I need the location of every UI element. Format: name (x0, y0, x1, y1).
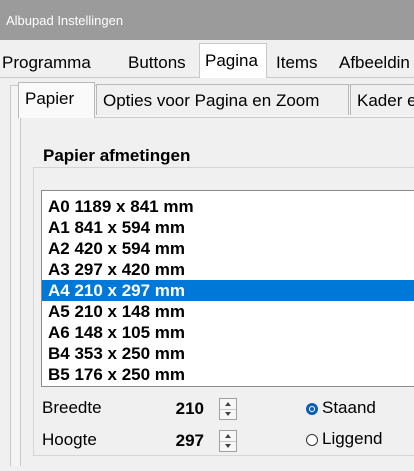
height-label: Hoogte (42, 430, 97, 449)
tab-buttons[interactable]: Buttons (128, 47, 186, 77)
width-input[interactable]: 210 (160, 397, 208, 421)
main-tab-bar: Programma Buttons Pagina Items Afbeeldin (0, 40, 414, 78)
list-item-a5[interactable]: A5 210 x 148 mm (42, 301, 414, 322)
list-item-a6[interactable]: A6 148 x 105 mm (42, 322, 414, 343)
width-spinner[interactable] (219, 398, 237, 420)
tab-pagina[interactable]: Pagina (199, 43, 267, 78)
tab-afbeeldingen[interactable]: Afbeeldin (339, 47, 410, 77)
list-item-b5[interactable]: B5 176 x 250 mm (42, 364, 414, 385)
staand-label[interactable]: Staand (322, 398, 376, 418)
tab-items[interactable]: Items (276, 47, 318, 77)
paper-size-list[interactable]: A0 1189 x 841 mm A1 841 x 594 mm A2 420 … (41, 190, 414, 387)
list-item-a4-selected[interactable]: A4 210 x 297 mm (42, 280, 414, 301)
list-item-b4[interactable]: B4 353 x 250 mm (42, 343, 414, 364)
liggend-label[interactable]: Liggend (322, 429, 383, 449)
height-down-icon[interactable] (220, 441, 236, 451)
window-title: Albupad Instellingen (0, 0, 414, 40)
tab-opties-pagina-zoom[interactable]: Opties voor Pagina en Zoom (96, 84, 349, 115)
tab-papier[interactable]: Papier (18, 82, 95, 118)
staand-radio[interactable] (306, 403, 318, 415)
group-title: Papier afmetingen (39, 146, 195, 166)
tab-kader[interactable]: Kader e (350, 84, 414, 115)
list-item-a1[interactable]: A1 841 x 594 mm (42, 217, 414, 238)
height-input[interactable]: 297 (160, 429, 208, 453)
height-spinner[interactable] (219, 430, 237, 452)
width-down-icon[interactable] (220, 409, 236, 419)
sub-tab-bar: Papier Opties voor Pagina en Zoom Kader … (10, 82, 414, 118)
list-item-a0[interactable]: A0 1189 x 841 mm (42, 196, 414, 217)
width-label: Breedte (42, 398, 102, 417)
list-item-a3[interactable]: A3 297 x 420 mm (42, 259, 414, 280)
liggend-radio[interactable] (306, 434, 318, 446)
tab-programma[interactable]: Programma (2, 47, 91, 77)
list-item-a2[interactable]: A2 420 x 594 mm (42, 238, 414, 259)
